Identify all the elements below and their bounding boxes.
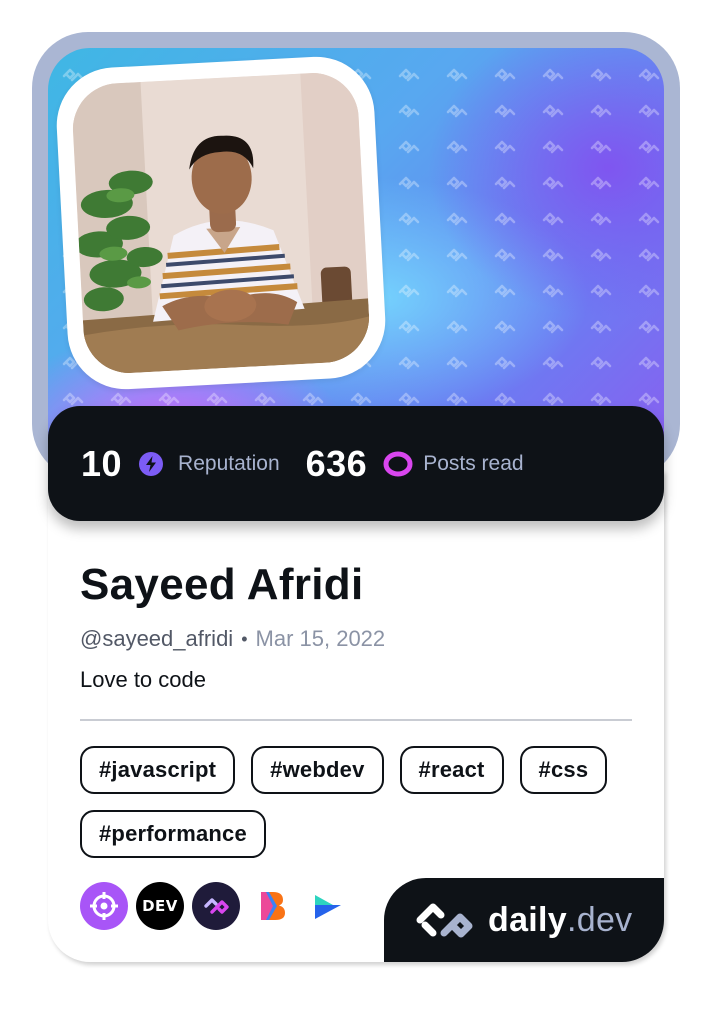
target-source-icon — [80, 882, 128, 930]
tag-chip: #javascript — [80, 746, 236, 794]
tag-chip: #react — [399, 746, 504, 794]
posts-read-eye-icon — [383, 451, 413, 477]
source-list: DEV — [80, 882, 352, 930]
devcard: 10 Reputation 636 Posts read Sayeed Afri… — [0, 0, 712, 1010]
stats-bar: 10 Reputation 636 Posts read — [48, 406, 664, 521]
avatar-photo — [70, 70, 372, 376]
daily-dev-source-icon — [192, 882, 240, 930]
tag-chip: #css — [519, 746, 608, 794]
profile-name: Sayeed Afridi — [80, 560, 364, 609]
arrow-logo-source-icon — [304, 882, 352, 930]
brand-name: daily — [488, 900, 567, 939]
profile-bio: Love to code — [80, 667, 206, 692]
profile-meta: @sayeed_afridi • Mar 15, 2022 — [80, 626, 385, 652]
joined-date: Mar 15, 2022 — [255, 626, 386, 651]
daily-dev-logo-icon — [416, 903, 473, 938]
daily-dev-brand: daily.dev — [384, 878, 664, 962]
avatar — [70, 70, 372, 376]
profile-handle: @sayeed_afridi — [80, 626, 234, 651]
tag-chip: #webdev — [251, 746, 384, 794]
divider — [80, 719, 632, 721]
brand-tld: .dev — [566, 900, 633, 939]
b-logo-source-icon — [248, 882, 296, 930]
meta-separator: • — [241, 628, 248, 649]
tag-list: #javascript #webdev #react #css #perform… — [80, 746, 640, 858]
posts-read-label: Posts read — [423, 451, 524, 475]
reputation-bolt-icon — [138, 451, 164, 477]
tag-chip: #performance — [80, 810, 266, 858]
reputation-label: Reputation — [178, 451, 280, 475]
posts-read-value: 636 — [305, 442, 368, 484]
avatar-frame — [53, 53, 389, 393]
reputation-value: 10 — [81, 442, 123, 484]
brand-wordmark: daily.dev — [488, 901, 632, 940]
dev-to-source-icon: DEV — [136, 882, 184, 930]
